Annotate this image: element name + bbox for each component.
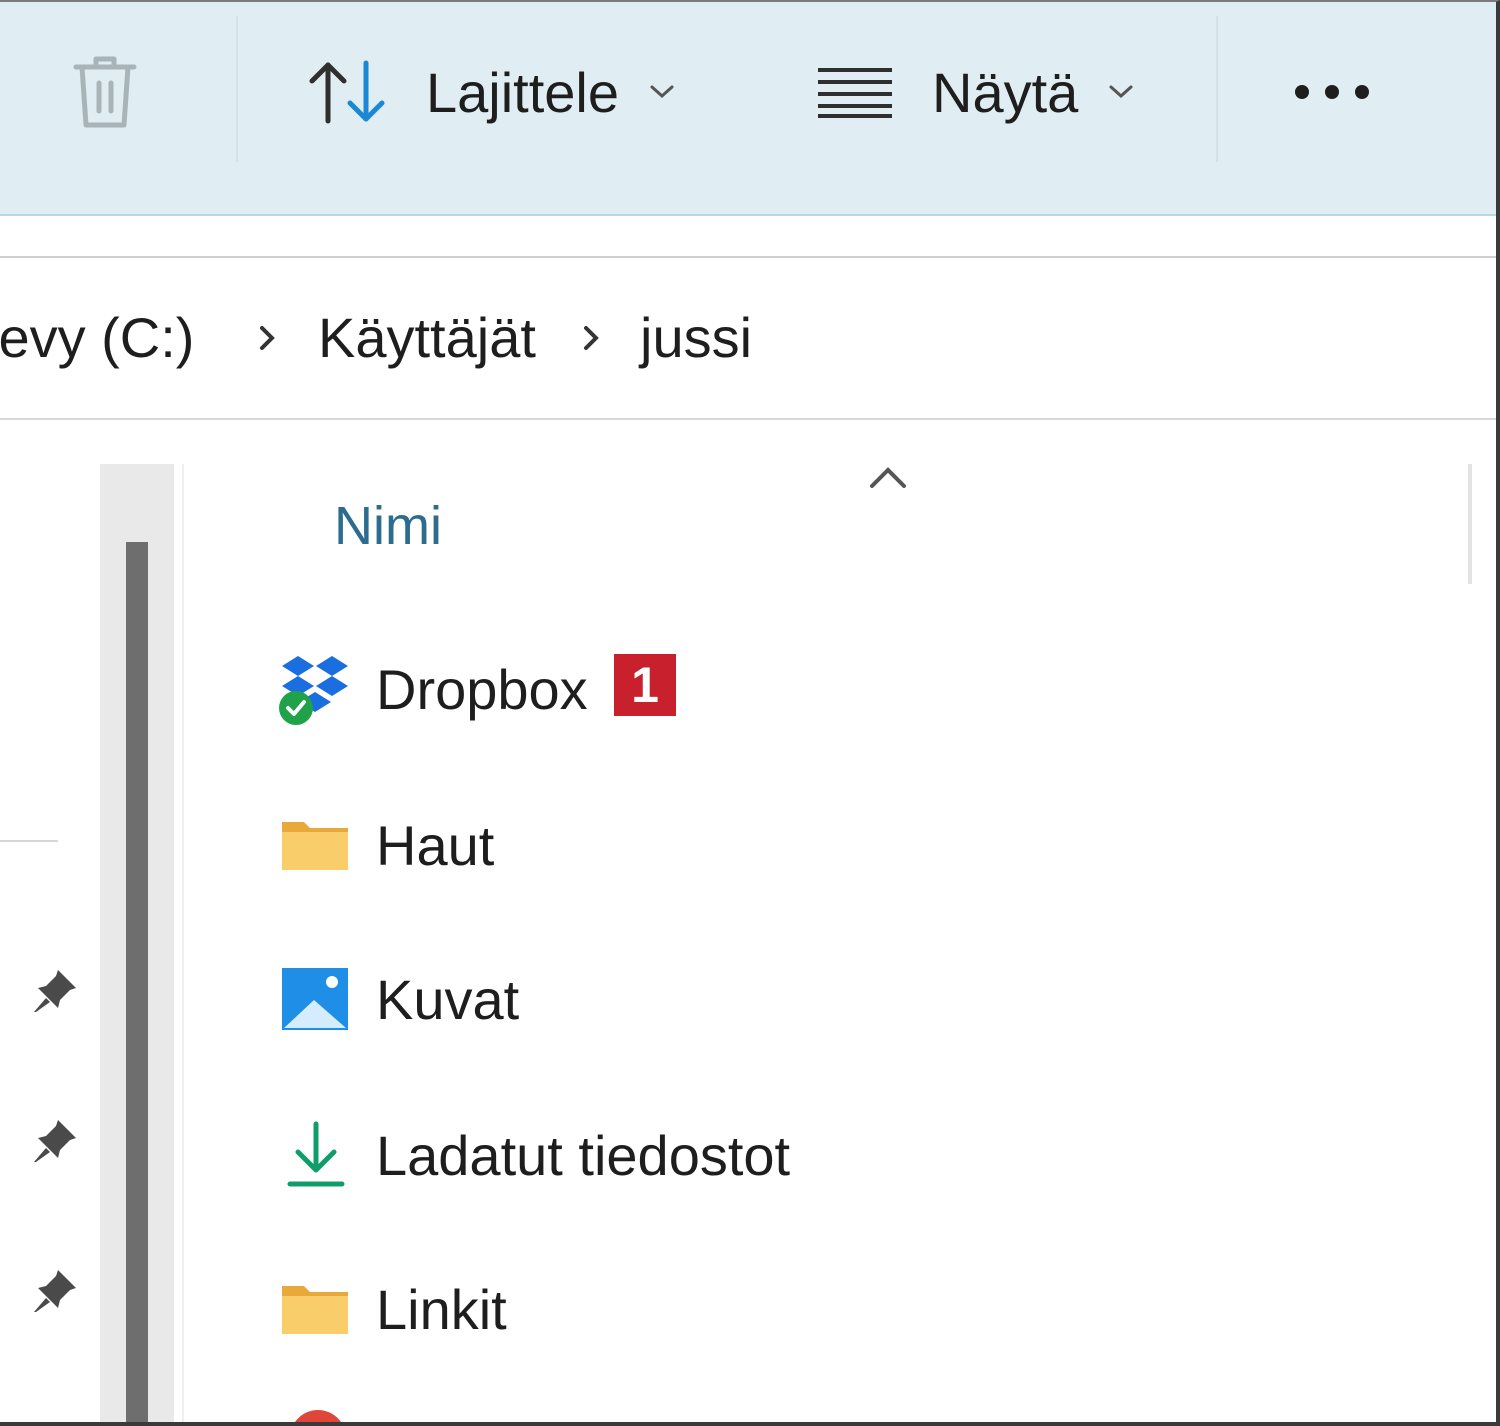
view-button[interactable]: Näytä (816, 42, 1134, 142)
partial-item-icon (290, 1410, 346, 1422)
view-list-icon (818, 68, 892, 118)
pin-icon[interactable] (30, 964, 82, 1016)
list-item[interactable]: Kuvat (190, 932, 1460, 1072)
content-scrollbar[interactable] (1468, 464, 1472, 584)
more-ellipsis-icon (1295, 85, 1369, 99)
command-bar: Lajittele Näytä (0, 2, 1496, 216)
sort-label: Lajittele (426, 60, 620, 124)
chevron-right-icon[interactable] (256, 320, 280, 356)
pictures-icon (282, 968, 348, 1030)
file-name: Linkit (376, 1278, 507, 1341)
view-label: Näytä (932, 60, 1079, 124)
list-item[interactable]: Haut (190, 778, 1460, 918)
sort-button[interactable]: Lajittele (306, 42, 675, 142)
chevron-up-icon (870, 467, 906, 488)
more-options-button[interactable] (1290, 42, 1380, 142)
breadcrumb-item-drive[interactable]: levy (C:) (0, 302, 194, 374)
list-item[interactable]: Ladatut tiedostot (190, 1088, 1460, 1228)
file-name: Kuvat (376, 968, 520, 1031)
address-bar-top-border (0, 256, 1496, 258)
pin-icon[interactable] (30, 1114, 82, 1166)
breadcrumb-item-user[interactable]: jussi (640, 302, 752, 374)
nav-scrollbar-thumb[interactable] (126, 542, 148, 1422)
download-icon (287, 1121, 345, 1187)
folder-icon (282, 1286, 348, 1334)
list-item[interactable]: Linkit (190, 1242, 1460, 1382)
address-bar-bottom-border (0, 418, 1496, 420)
delete-button[interactable] (70, 42, 150, 142)
chevron-right-icon[interactable] (580, 320, 604, 356)
list-item[interactable]: Dropbox 1 (190, 622, 1460, 762)
chevron-down-icon (1108, 79, 1134, 105)
pane-splitter[interactable] (182, 464, 184, 1422)
trash-icon (73, 56, 137, 128)
pin-icon[interactable] (30, 1264, 82, 1316)
folder-icon (282, 822, 348, 870)
toolbar-separator (1216, 16, 1218, 162)
file-name: Dropbox (376, 658, 588, 721)
column-header-name[interactable]: Nimi (334, 492, 442, 560)
file-name: Haut (376, 814, 495, 877)
toolbar-separator (236, 16, 238, 162)
synced-check-icon (279, 691, 313, 725)
dropbox-icon (279, 656, 348, 725)
sort-arrows-icon (309, 60, 385, 124)
nav-divider (0, 840, 58, 842)
chevron-down-icon (649, 79, 675, 105)
notification-badge: 1 (614, 654, 676, 716)
file-explorer-window: Lajittele Näytä levy (C:) Käyttäjät juss… (0, 0, 1500, 1426)
file-name: Ladatut tiedostot (376, 1124, 791, 1187)
breadcrumb-item-users[interactable]: Käyttäjät (318, 302, 536, 374)
